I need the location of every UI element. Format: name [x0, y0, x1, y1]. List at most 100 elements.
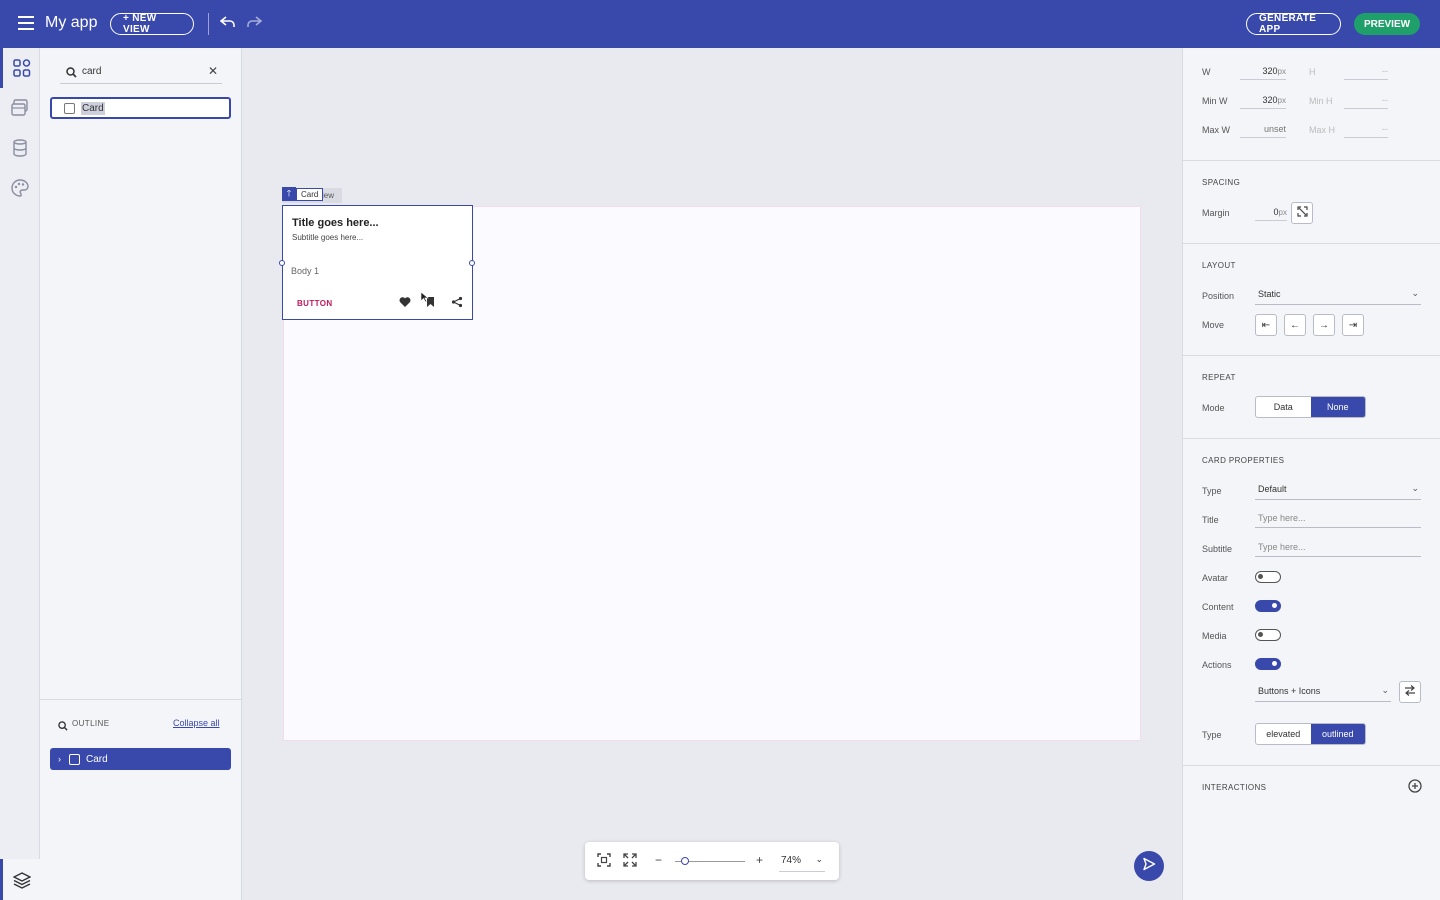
database-icon[interactable]	[0, 128, 40, 168]
resize-handle-left[interactable]	[279, 260, 285, 266]
subtitle-label: Subtitle	[1202, 544, 1233, 554]
collapse-all-link[interactable]: Collapse all	[173, 718, 220, 728]
content-toggle[interactable]	[1255, 600, 1281, 612]
preview-button[interactable]: PREVIEW	[1354, 13, 1420, 35]
variant-elevated-button[interactable]: elevated	[1256, 724, 1311, 744]
arrow-right-icon: →	[1319, 319, 1329, 331]
move-first-button[interactable]: ⇤	[1255, 314, 1277, 336]
new-view-button[interactable]: + NEW VIEW	[110, 13, 194, 35]
card-type-value: Default	[1258, 484, 1287, 494]
chevron-down-icon: ⌄	[815, 854, 823, 864]
actions-variant-select[interactable]: Buttons + Icons ⌄	[1255, 684, 1391, 702]
move-right-button[interactable]: →	[1313, 314, 1335, 336]
zoom-select[interactable]: 74% ⌄	[779, 850, 825, 872]
design-canvas[interactable]: iew 🡑 Card Title goes here... Subtitle g…	[242, 48, 1182, 900]
selection-tag-label: Card	[296, 187, 324, 201]
menu-icon[interactable]	[18, 16, 34, 30]
max-width-input[interactable]: unset	[1240, 122, 1286, 138]
redo-icon[interactable]	[246, 15, 263, 34]
outline-item-card[interactable]: › Card	[50, 748, 231, 770]
zoom-slider-knob[interactable]	[680, 857, 689, 865]
fullscreen-icon[interactable]	[623, 853, 637, 870]
search-icon[interactable]	[58, 718, 68, 736]
share-icon[interactable]	[451, 296, 463, 311]
card-component-icon	[64, 102, 75, 114]
resize-handle-right[interactable]	[469, 260, 475, 266]
arrow-left-icon: ←	[1290, 319, 1300, 331]
components-icon[interactable]	[0, 48, 40, 88]
min-width-label: Min W	[1202, 96, 1228, 106]
fit-screen-icon[interactable]	[597, 853, 611, 870]
avatar-toggle[interactable]	[1255, 571, 1281, 583]
position-select[interactable]: Static ⌄	[1255, 287, 1421, 305]
height-input[interactable]: --	[1344, 64, 1388, 80]
zoom-in-icon[interactable]: +	[756, 853, 763, 867]
actions-toggle[interactable]	[1255, 658, 1281, 670]
palette-icon[interactable]	[0, 168, 40, 208]
max-width-label: Max W	[1202, 125, 1230, 135]
components-panel: card ✕ Card OUTLINE Collapse all › Card	[40, 48, 242, 900]
width-unit: px	[1277, 67, 1286, 76]
min-width-value: 320	[1262, 95, 1278, 105]
undo-icon[interactable]	[219, 15, 236, 34]
mode-data-button[interactable]: Data	[1256, 397, 1311, 417]
layout-section-title: LAYOUT	[1202, 261, 1236, 270]
min-height-input[interactable]: --	[1344, 93, 1388, 109]
mode-none-button[interactable]: None	[1310, 397, 1365, 417]
heart-icon[interactable]	[399, 296, 411, 311]
card-action-button[interactable]: BUTTON	[297, 299, 333, 308]
clear-search-icon[interactable]: ✕	[208, 64, 218, 78]
divider	[208, 13, 209, 35]
divider	[1183, 160, 1440, 161]
selection-tag[interactable]: 🡑 Card	[282, 187, 324, 201]
repeat-mode-toggle: Data None	[1255, 396, 1366, 418]
width-value: 320	[1262, 66, 1278, 76]
divider	[1183, 438, 1440, 439]
generate-app-button[interactable]: GENERATE APP	[1246, 13, 1341, 35]
select-parent-icon[interactable]: 🡑	[282, 187, 296, 201]
chevron-right-icon[interactable]: ›	[58, 754, 61, 764]
media-toggle[interactable]	[1255, 629, 1281, 641]
views-icon[interactable]	[0, 88, 40, 128]
card-component[interactable]: Title goes here... Subtitle goes here...…	[279, 205, 475, 320]
move-last-button[interactable]: ⇥	[1342, 314, 1364, 336]
margin-input[interactable]: 0px	[1255, 205, 1287, 221]
min-height-label: Min H	[1309, 96, 1333, 106]
move-to-start-icon: ⇤	[1261, 319, 1271, 331]
subtitle-input[interactable]: Type here...	[1255, 539, 1421, 557]
position-label: Position	[1202, 291, 1235, 301]
chevron-down-icon: ⌄	[1411, 288, 1419, 298]
outline-header: OUTLINE Collapse all	[40, 699, 241, 739]
chevron-down-icon: ⌄	[1381, 685, 1389, 695]
search-result-card[interactable]: Card	[50, 97, 231, 119]
zoom-value: 74%	[781, 855, 802, 866]
add-interaction-icon[interactable]	[1408, 779, 1422, 798]
move-to-end-icon: ⇥	[1348, 319, 1358, 331]
chevron-down-icon: ⌄	[1411, 483, 1419, 493]
component-search[interactable]: card ✕	[60, 60, 222, 84]
card-component-icon	[69, 753, 80, 765]
cursor-icon	[420, 290, 429, 308]
send-fab[interactable]	[1134, 851, 1164, 881]
title-input[interactable]: Type here...	[1255, 510, 1421, 528]
min-width-input[interactable]: 320px	[1240, 93, 1286, 109]
card-properties-title: CARD PROPERTIES	[1202, 456, 1285, 465]
card-type-select[interactable]: Default ⌄	[1255, 482, 1421, 500]
variant-outlined-button[interactable]: outlined	[1310, 724, 1365, 744]
card-body: Body 1	[291, 266, 320, 276]
top-bar: My app + NEW VIEW GENERATE APP PREVIEW	[0, 0, 1440, 48]
title-label: Title	[1202, 515, 1219, 525]
width-input[interactable]: 320px	[1240, 64, 1286, 80]
move-left-button[interactable]: ←	[1284, 314, 1306, 336]
max-height-input[interactable]: --	[1344, 122, 1388, 138]
margin-label: Margin	[1202, 208, 1230, 218]
avatar-label: Avatar	[1202, 573, 1228, 583]
zoom-out-icon[interactable]: −	[655, 853, 662, 867]
divider	[1183, 765, 1440, 766]
layers-icon[interactable]	[0, 859, 40, 900]
height-label: H	[1309, 67, 1316, 77]
zoom-toolbar: − + 74% ⌄	[585, 842, 839, 880]
expand-margin-button[interactable]	[1291, 202, 1313, 224]
search-input[interactable]: card	[82, 66, 101, 77]
swap-button[interactable]	[1399, 681, 1421, 703]
